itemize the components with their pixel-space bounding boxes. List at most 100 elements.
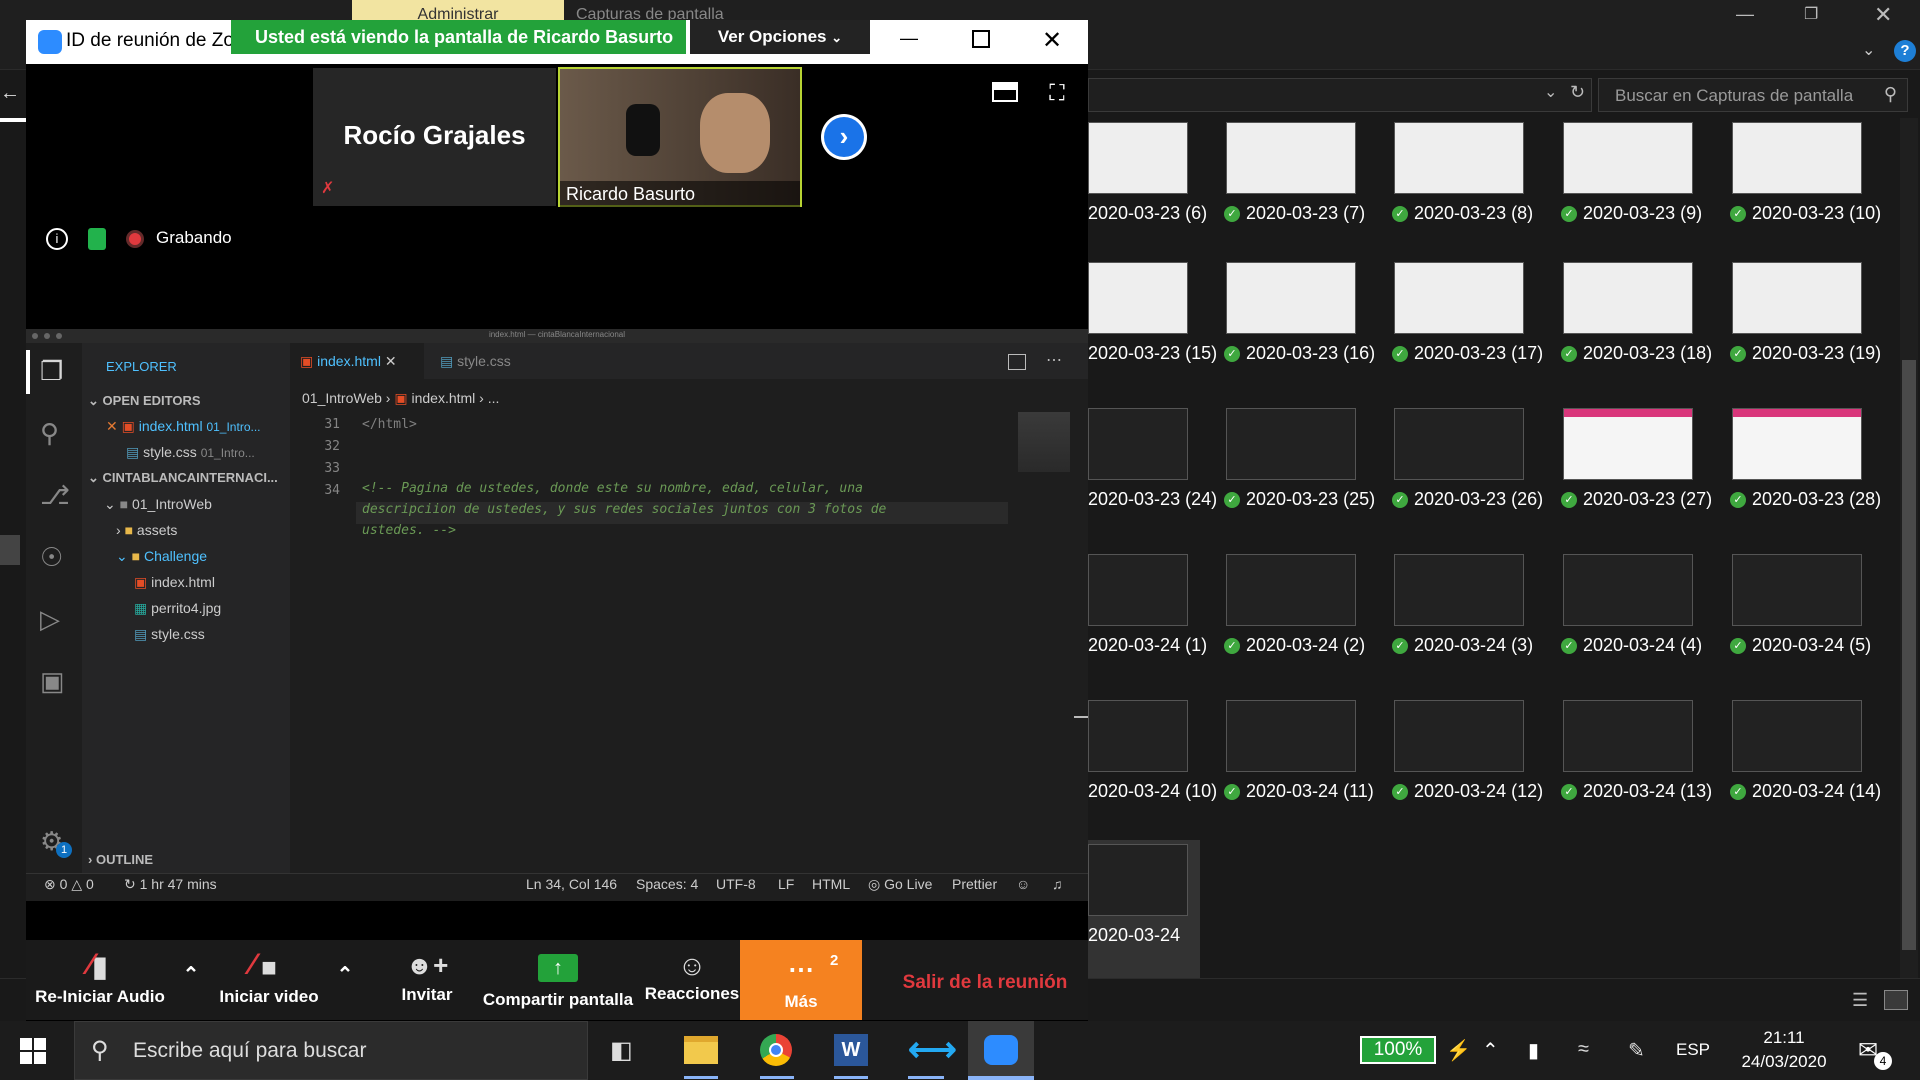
file-perrito[interactable]: ▦ perrito4.jpg	[134, 600, 290, 620]
video-button[interactable]: ■ ⁄ Iniciar video	[214, 940, 324, 1020]
breadcrumb-item[interactable]: 01_IntroWeb	[302, 390, 382, 406]
back-arrow-icon[interactable]: ←	[0, 82, 26, 108]
file-explorer-icon[interactable]	[684, 1036, 718, 1064]
wifi-icon[interactable]: ≈	[1578, 1038, 1602, 1062]
extensions-icon[interactable]: ▣	[40, 666, 70, 696]
folder-introweb[interactable]: ⌄ ■ 01_IntroWeb	[104, 496, 290, 516]
info-icon[interactable]: i	[46, 228, 68, 250]
file-item[interactable]: 2020-03-23 (15)	[1088, 258, 1228, 398]
plug-icon[interactable]: ⚡	[1446, 1038, 1471, 1062]
git-history-icon[interactable]: ☉	[40, 542, 70, 572]
folder-challenge[interactable]: ⌄ ■ Challenge	[116, 548, 290, 568]
chrome-icon[interactable]	[760, 1034, 792, 1066]
scrollbar-thumb[interactable]	[1902, 360, 1916, 950]
refresh-icon[interactable]: ↻	[1570, 82, 1590, 102]
wakatime-indicator[interactable]: ↻ 1 hr 47 mins	[124, 876, 244, 894]
feedback-icon[interactable]: ☺	[1016, 876, 1034, 894]
more-button[interactable]: ⋯ 2 Más	[740, 940, 862, 1020]
zoom-minimize-icon[interactable]: —	[900, 28, 920, 48]
zoom-close-icon[interactable]: ✕	[1042, 26, 1066, 54]
reactions-button[interactable]: ☺ Reacciones	[642, 940, 742, 1020]
language-indicator[interactable]: ESP	[1676, 1040, 1716, 1060]
file-index-html[interactable]: ▣ index.html	[134, 574, 290, 594]
gallery-view-icon[interactable]	[992, 82, 1018, 102]
participant-tile-ricardo[interactable]: Ricardo Basurto	[558, 67, 802, 207]
file-item[interactable]: ✓ 2020-03-23 (10)	[1728, 118, 1888, 258]
chevron-down-icon[interactable]: ⌄	[1544, 82, 1564, 102]
breadcrumb-item[interactable]: index.html	[411, 390, 475, 406]
more-actions-icon[interactable]: ⋯	[1046, 350, 1066, 370]
file-item[interactable]: ✓ 2020-03-23 (19)	[1728, 258, 1888, 398]
windows-start-icon[interactable]	[20, 1038, 46, 1064]
code-comment-block[interactable]: <!-- Pagina de ustedes, donde este su no…	[362, 478, 1008, 548]
split-editor-icon[interactable]	[1008, 354, 1026, 370]
minimize-icon[interactable]: —	[1736, 4, 1756, 24]
line-ending[interactable]: LF	[778, 876, 802, 894]
next-participants-button[interactable]: ›	[821, 114, 867, 160]
taskbar-search-input[interactable]: ⚲ Escribe aquí para buscar	[74, 1021, 588, 1080]
file-item[interactable]: ✓ 2020-03-24 (3)	[1390, 550, 1550, 690]
zoom-taskbar-button[interactable]	[968, 1021, 1034, 1080]
battery-indicator[interactable]: 100%	[1360, 1036, 1436, 1064]
invite-button[interactable]: ☻+ Invitar	[392, 940, 462, 1020]
leave-meeting-button[interactable]: Salir de la reunión	[890, 972, 1080, 996]
file-item[interactable]: 2020-03-23 (24)	[1088, 404, 1228, 544]
file-item[interactable]: ✓ 2020-03-24 (4)	[1559, 550, 1719, 690]
audio-options-chevron[interactable]: ⌃	[176, 940, 206, 1020]
clock[interactable]: 21:11 24/03/2020	[1736, 1026, 1832, 1076]
prettier-indicator[interactable]: Prettier	[952, 876, 1012, 894]
file-item[interactable]: ✓ 2020-03-24 (13)	[1559, 696, 1719, 836]
bell-icon[interactable]: ♫	[1052, 876, 1070, 894]
close-icon[interactable]: ✕	[1874, 2, 1894, 27]
workspace-section[interactable]: ⌄ CINTABLANCAINTERNACI...	[88, 470, 290, 486]
view-options-button[interactable]: Ver Opciones ⌄	[690, 20, 870, 54]
open-editor-style[interactable]: ▤ style.css 01_Intro...	[126, 444, 290, 464]
file-item[interactable]: ✓ 2020-03-23 (7)	[1222, 118, 1382, 258]
file-item[interactable]: ✓ 2020-03-23 (8)	[1390, 118, 1550, 258]
file-item[interactable]: ✓ 2020-03-24 (5)	[1728, 550, 1888, 690]
tab-index-html[interactable]: ▣ index.html ✕	[290, 343, 424, 379]
vscode-icon[interactable]: ⟷	[908, 1032, 957, 1068]
go-live-button[interactable]: ◎ Go Live	[868, 876, 948, 894]
tab-capturas[interactable]: Capturas de pantalla	[576, 0, 776, 20]
details-view-icon[interactable]: ☰	[1852, 990, 1872, 1010]
audio-button[interactable]: ▮ ⁄ Re-Iniciar Audio	[30, 940, 170, 1020]
problems-indicator[interactable]: ⊗ 0 △ 0	[44, 876, 114, 894]
file-item[interactable]: ✓ 2020-03-23 (26)	[1390, 404, 1550, 544]
chevron-up-icon[interactable]: ⌃	[1482, 1038, 1502, 1062]
file-item[interactable]: ✓ 2020-03-24 (2)	[1222, 550, 1382, 690]
video-options-chevron[interactable]: ⌃	[330, 940, 360, 1020]
file-item[interactable]: ✓ 2020-03-24 (14)	[1728, 696, 1888, 836]
file-item[interactable]: ✓ 2020-03-23 (9)	[1559, 118, 1719, 258]
address-input[interactable]	[1088, 78, 1592, 112]
file-item[interactable]: ✓ 2020-03-23 (17)	[1390, 258, 1550, 398]
minimap[interactable]	[1018, 412, 1070, 472]
search-icon[interactable]: ⚲	[40, 418, 70, 448]
breadcrumb-item[interactable]: ...	[488, 390, 500, 406]
language-mode[interactable]: HTML	[812, 876, 856, 894]
folder-assets[interactable]: › ■ assets	[116, 522, 290, 542]
search-input[interactable]: Buscar en Capturas de pantalla ⚲	[1598, 78, 1908, 112]
help-icon[interactable]: ?	[1894, 40, 1916, 62]
file-item[interactable]: ✓ 2020-03-24 (12)	[1390, 696, 1550, 836]
file-item[interactable]: ✓ 2020-03-23 (25)	[1222, 404, 1382, 544]
file-item[interactable]: 2020-03-23 (6)	[1088, 118, 1228, 258]
tab-style-css[interactable]: ▤ style.css	[430, 343, 550, 379]
files-icon[interactable]: ❐	[40, 356, 70, 386]
word-icon[interactable]: W	[834, 1034, 868, 1066]
file-item[interactable]: ✓ 2020-03-24 (11)	[1222, 696, 1382, 836]
file-item[interactable]: 2020-03-24 (10)	[1088, 696, 1228, 836]
debug-icon[interactable]: ▷	[40, 604, 70, 634]
lock-icon[interactable]	[88, 228, 106, 250]
pen-icon[interactable]: ✎	[1628, 1038, 1652, 1062]
code-line[interactable]: </html>	[362, 414, 862, 436]
share-screen-button[interactable]: ↑ Compartir pantalla	[478, 940, 638, 1020]
cursor-position[interactable]: Ln 34, Col 146	[526, 876, 626, 894]
file-style-css[interactable]: ▤ style.css	[134, 626, 290, 646]
file-item[interactable]: 2020-03-24 (1)	[1088, 550, 1228, 690]
encoding[interactable]: UTF-8	[716, 876, 766, 894]
file-item[interactable]: 2020-03-24	[1088, 840, 1200, 990]
zoom-maximize-icon[interactable]	[972, 30, 990, 48]
source-control-icon[interactable]: ⎇	[40, 480, 70, 510]
tab-administrar[interactable]: Administrar	[352, 0, 564, 20]
